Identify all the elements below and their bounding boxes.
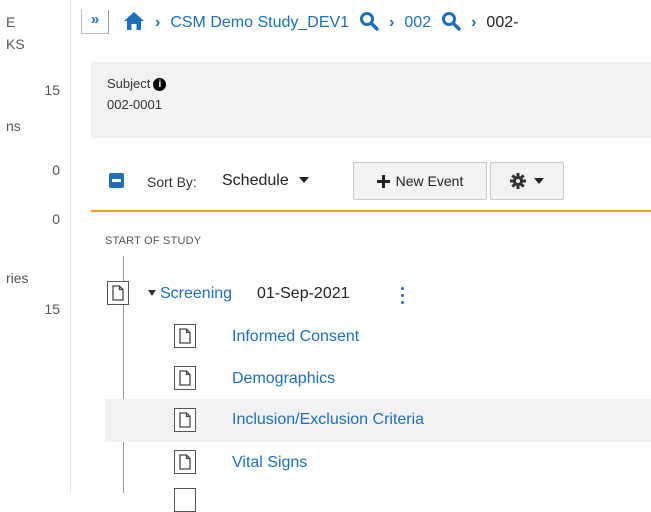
subject-label: Subject: [107, 76, 151, 91]
chevron-right-icon: ›: [389, 14, 395, 31]
caret-down-icon: [534, 178, 544, 184]
plus-icon: [376, 174, 390, 188]
new-event-button[interactable]: New Event: [353, 162, 487, 200]
sort-by-value: Schedule: [222, 172, 289, 189]
sidebar-text-ns: ns: [6, 118, 21, 134]
caret-down-icon[interactable]: [148, 290, 156, 296]
search-icon[interactable]: [441, 11, 461, 36]
expand-sidebar-button[interactable]: »: [81, 10, 109, 34]
subject-id: 002-0001: [107, 97, 162, 112]
sidebar-text-ries: ries: [6, 270, 29, 286]
sidebar-count-4: 15: [44, 301, 60, 317]
left-sidebar: E KS 15 ns 0 0 ries 15: [0, 0, 71, 493]
main-content: » › CSM Demo Study_DEV1 › 002 › 002- Sub…: [71, 0, 651, 512]
form-link-vital-signs[interactable]: Vital Signs: [232, 454, 307, 472]
caret-down-icon: [299, 177, 310, 183]
sort-by-label: Sort By:: [147, 174, 197, 190]
sort-by-dropdown[interactable]: Schedule: [222, 172, 310, 190]
breadcrumb: › CSM Demo Study_DEV1 › 002 › 002-: [123, 8, 518, 38]
sidebar-count-3: 0: [52, 211, 60, 227]
form-link-informed-consent[interactable]: Informed Consent: [232, 328, 359, 346]
document-icon: [174, 324, 196, 348]
collapse-all-icon[interactable]: [109, 173, 124, 188]
document-icon: [174, 366, 196, 390]
kebab-menu-icon[interactable]: [401, 287, 405, 305]
document-icon: [174, 488, 196, 512]
document-icon: [107, 281, 129, 305]
form-link-inclusion-exclusion[interactable]: Inclusion/Exclusion Criteria: [232, 411, 424, 429]
start-of-study-label: START OF STUDY: [105, 235, 202, 247]
form-link-demographics[interactable]: Demographics: [232, 370, 335, 388]
breadcrumb-study-link[interactable]: CSM Demo Study_DEV1: [170, 14, 349, 32]
chevron-right-icon: ›: [155, 14, 161, 31]
sidebar-text-e: E: [6, 14, 16, 30]
search-icon[interactable]: [359, 11, 379, 36]
home-icon[interactable]: [123, 11, 145, 36]
settings-dropdown-button[interactable]: [490, 162, 564, 200]
section-divider: [91, 210, 651, 212]
event-toolbar: Sort By: Schedule New Event: [71, 162, 651, 212]
breadcrumb-site-link[interactable]: 002: [404, 14, 431, 32]
breadcrumb-subject-text: 002-: [486, 14, 519, 31]
document-icon: [174, 408, 196, 432]
sidebar-count-2: 0: [52, 162, 60, 178]
screening-event-date: 01-Sep-2021: [257, 285, 350, 302]
chevron-right-icon: ›: [471, 14, 477, 31]
screening-event-link[interactable]: Screening: [160, 285, 232, 303]
new-event-label: New Event: [395, 173, 464, 189]
gear-icon: [510, 173, 526, 189]
sidebar-count-1: 15: [44, 82, 60, 98]
double-chevron-icon: »: [90, 11, 100, 28]
subject-panel: Subject i 002-0001: [91, 62, 651, 138]
document-icon: [174, 450, 196, 474]
subject-label-row: Subject i: [107, 76, 167, 91]
info-icon[interactable]: i: [153, 78, 167, 91]
sidebar-text-ks: KS: [6, 36, 25, 52]
